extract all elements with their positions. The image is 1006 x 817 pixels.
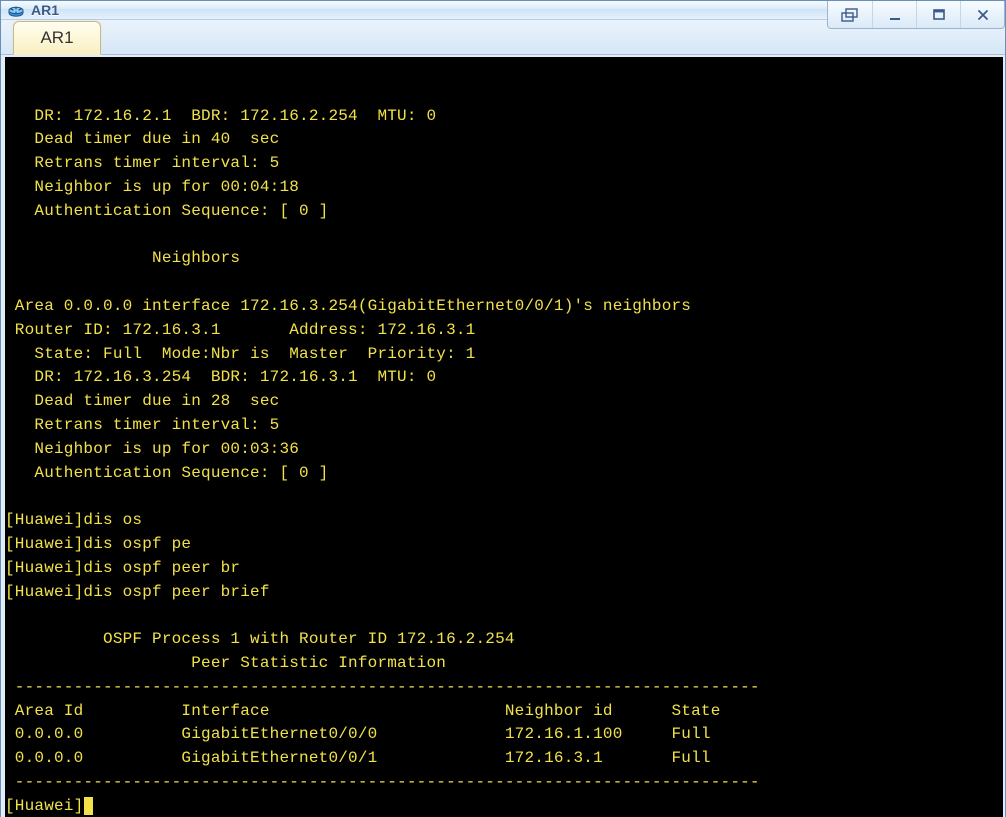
title-bar: AR1	[1, 1, 1005, 20]
window-title: AR1	[31, 2, 59, 18]
tab-label: AR1	[40, 28, 73, 48]
terminal-output: DR: 172.16.2.1 BDR: 172.16.2.254 MTU: 0 …	[5, 105, 1003, 817]
window-controls	[827, 1, 1005, 29]
terminal[interactable]: DR: 172.16.2.1 BDR: 172.16.2.254 MTU: 0 …	[5, 57, 1003, 817]
close-button[interactable]	[960, 1, 1004, 28]
snap-button[interactable]	[828, 1, 872, 28]
terminal-cursor	[84, 797, 93, 815]
router-icon	[7, 1, 25, 19]
maximize-button[interactable]	[916, 1, 960, 28]
minimize-button[interactable]	[872, 1, 916, 28]
tab-ar1[interactable]: AR1	[13, 21, 101, 55]
terminal-container: DR: 172.16.2.1 BDR: 172.16.2.254 MTU: 0 …	[1, 55, 1005, 817]
